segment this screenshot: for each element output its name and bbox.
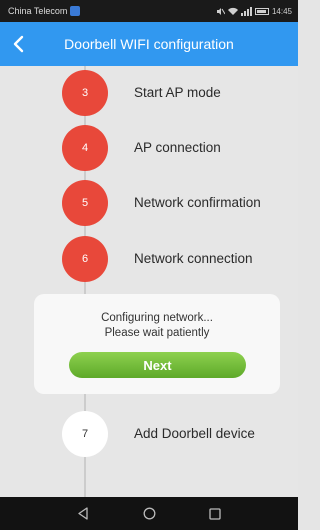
step-item: 5 Network confirmation: [0, 180, 298, 226]
nav-home-button[interactable]: [133, 497, 165, 530]
back-triangle-icon: [78, 507, 88, 520]
title-bar: Doorbell WIFI configuration: [0, 22, 298, 66]
step-label: Network confirmation: [134, 195, 261, 210]
step-number-badge: 3: [62, 70, 108, 116]
step-item: 4 AP connection: [0, 125, 298, 171]
status-time: 14:45: [271, 6, 292, 16]
chevron-left-icon: [13, 35, 24, 53]
progress-dialog: Configuring network... Please wait patie…: [34, 294, 280, 394]
carrier-name: China Telecom: [8, 6, 68, 16]
step-label: Network connection: [134, 251, 253, 266]
steps-content: 3 Start AP mode 4 AP connection 5 Networ…: [0, 66, 298, 497]
step-label: AP connection: [134, 140, 221, 155]
battery-icon: [254, 7, 269, 15]
navigation-bar: [0, 497, 298, 530]
nav-recents-button[interactable]: [199, 497, 231, 530]
step-number-badge: 4: [62, 125, 108, 171]
dialog-message: Configuring network... Please wait patie…: [34, 311, 280, 341]
page-title: Doorbell WIFI configuration: [64, 36, 234, 52]
step-number-badge: 7: [62, 411, 108, 457]
status-left: China Telecom: [8, 6, 81, 16]
dialog-line-wait: Please wait patiently: [104, 327, 210, 339]
recents-square-icon: [209, 507, 221, 520]
mute-icon: [216, 7, 225, 15]
step-item: 3 Start AP mode: [0, 70, 298, 116]
notification-icon: [70, 6, 81, 16]
step-item: 6 Network connection: [0, 236, 298, 282]
status-bar: China Telecom 14:45: [0, 0, 298, 22]
step-label: Add Doorbell device: [134, 426, 255, 441]
next-button[interactable]: Next: [69, 352, 246, 378]
step-number-badge: 6: [62, 236, 108, 282]
home-circle-icon: [143, 507, 155, 520]
signal-icon: [240, 6, 252, 16]
step-number-badge: 5: [62, 180, 108, 226]
wifi-icon: [227, 7, 238, 15]
dialog-line-configuring: Configuring network...: [101, 312, 213, 324]
status-right: 14:45: [216, 6, 292, 16]
back-button[interactable]: [0, 22, 36, 66]
step-label: Start AP mode: [134, 85, 221, 100]
step-item: 7 Add Doorbell device: [0, 411, 298, 457]
nav-back-button[interactable]: [67, 497, 99, 530]
